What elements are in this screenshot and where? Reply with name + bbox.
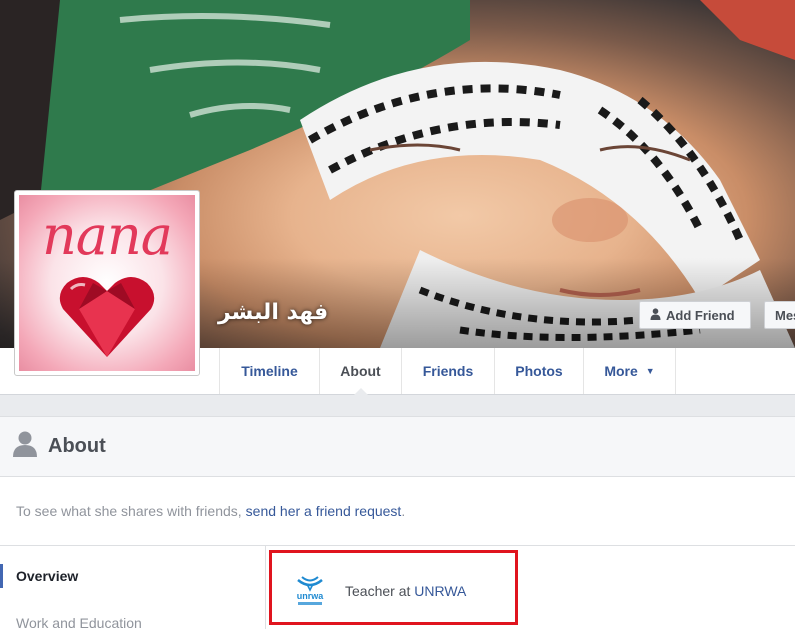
notice-end: .	[401, 503, 406, 519]
nav-tabs: Timeline About Friends Photos More ▼	[219, 348, 676, 395]
tab-photos[interactable]: Photos	[495, 348, 584, 394]
work-entry-text: Teacher at UNRWA	[345, 583, 466, 599]
tab-timeline-label: Timeline	[241, 363, 298, 379]
work-prefix: Teacher at	[345, 583, 415, 599]
about-body: Overview Work and Education unrwa Teache…	[0, 546, 795, 629]
about-section: About To see what she shares with friend…	[0, 416, 795, 629]
tab-more[interactable]: More ▼	[584, 348, 676, 394]
person-icon	[13, 431, 37, 462]
profile-page: فهد البشر Add Friend Mes Timeline About …	[0, 0, 795, 629]
profile-picture-text: nana	[42, 204, 173, 267]
tab-timeline[interactable]: Timeline	[220, 348, 320, 394]
tab-about-label: About	[340, 363, 381, 379]
heart-icon	[59, 277, 155, 357]
about-header: About	[0, 417, 795, 477]
work-entry: unrwa Teacher at UNRWA	[293, 574, 466, 608]
profile-picture-image: nana	[19, 195, 195, 371]
tab-friends[interactable]: Friends	[402, 348, 495, 394]
unrwa-logo-icon: unrwa	[297, 576, 324, 605]
tab-photos-label: Photos	[515, 363, 563, 379]
sidebar-item-overview[interactable]: Overview	[0, 564, 266, 588]
tab-more-label: More	[604, 363, 638, 379]
message-label: Mes	[775, 307, 795, 323]
chevron-down-icon: ▼	[645, 366, 655, 376]
add-friend-label: Add Friend	[666, 307, 735, 323]
sidebar-item-work-education[interactable]: Work and Education	[0, 615, 266, 629]
about-title: About	[48, 435, 106, 457]
profile-picture[interactable]: nana	[14, 190, 200, 376]
message-button[interactable]: Mes	[764, 301, 795, 329]
employer-link[interactable]: UNRWA	[414, 583, 466, 599]
svg-text:unrwa: unrwa	[297, 591, 324, 601]
add-friend-button[interactable]: Add Friend	[639, 301, 751, 329]
add-friend-icon	[650, 307, 661, 323]
friend-request-link[interactable]: send her a friend request	[246, 503, 402, 519]
notice-text: To see what she shares with friends,	[16, 503, 242, 519]
tab-friends-label: Friends	[422, 363, 474, 379]
profile-name[interactable]: فهد البشر	[218, 300, 328, 325]
friend-request-notice: To see what she shares with friends, sen…	[0, 477, 795, 546]
about-sidebar: Overview Work and Education	[0, 546, 266, 629]
tab-about[interactable]: About	[320, 348, 402, 395]
